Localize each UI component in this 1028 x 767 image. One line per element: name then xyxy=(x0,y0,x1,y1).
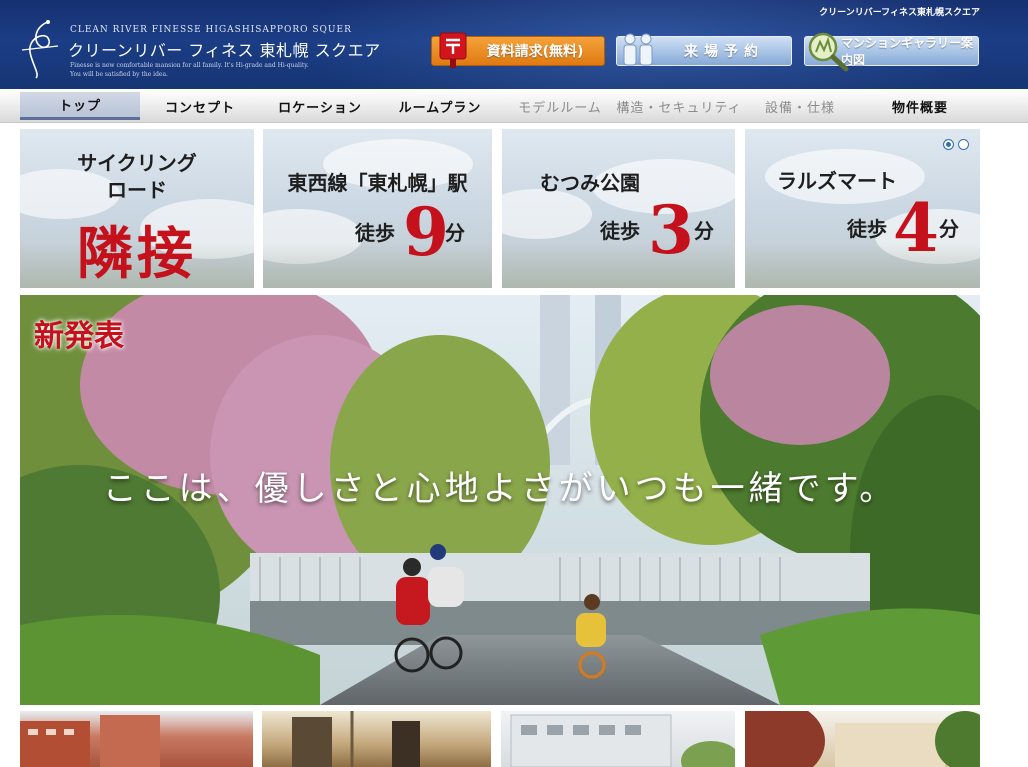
feature-station-unit: 分 xyxy=(445,221,465,245)
logo-japanese[interactable]: クリーンリバー フィネス 東札幌 スクエア xyxy=(68,37,381,61)
site-header: CLEAN RIVER FINESSE HIGASHISAPPORO SQUER… xyxy=(0,0,1028,89)
hero-image: 新発表 ここは、優しさと心地よさがいつも一緒です。 xyxy=(20,295,980,705)
feature-station-name: 東西線「東札幌」駅 xyxy=(287,171,468,195)
global-nav: トップ コンセプト ロケーション ルームプラン モデルルーム 構造・セキュリティ… xyxy=(0,89,1028,123)
feature-park-unit: 分 xyxy=(694,219,714,243)
feature-tile-station[interactable]: 東西線「東札幌」駅 徒歩 9 分 xyxy=(263,129,492,288)
feature-station-walk: 徒歩 xyxy=(355,221,395,245)
feature-park-name: むつみ公園 xyxy=(540,171,640,195)
slider-dot-2[interactable] xyxy=(958,139,969,150)
thumbnail-1[interactable] xyxy=(20,711,253,767)
nav-room-plan[interactable]: ルームプラン xyxy=(380,92,500,120)
nav-structure-security[interactable]: 構造・セキュリティ xyxy=(615,92,743,120)
logo-english: CLEAN RIVER FINESSE HIGASHISAPPORO SQUER xyxy=(70,25,352,35)
people-icon xyxy=(623,33,653,66)
feature-supermarket-walk: 徒歩 xyxy=(847,217,887,241)
feature-cycling-line1: サイクリング xyxy=(77,151,197,175)
logo-tagline-1: Finesse is new comfortable mansion for a… xyxy=(70,62,309,69)
thumbnail-4[interactable] xyxy=(745,711,980,767)
thumbnail-2[interactable] xyxy=(262,711,491,767)
nav-concept[interactable]: コンセプト xyxy=(140,92,260,120)
thumbnail-3[interactable] xyxy=(501,711,735,767)
thumbnail-1-image xyxy=(20,715,160,767)
document-request-label: 資料請求(無料) xyxy=(486,44,584,60)
feature-supermarket-minutes: 4 xyxy=(893,189,939,267)
slider-dot-1[interactable] xyxy=(943,139,954,150)
feature-tile-supermarket[interactable]: ラルズマート 徒歩 4 分 xyxy=(745,129,980,288)
nav-top[interactable]: トップ xyxy=(20,92,140,120)
feature-park-walk: 徒歩 xyxy=(600,219,640,243)
feature-station-minutes: 9 xyxy=(403,193,449,271)
thumbnail-2-image xyxy=(292,711,420,767)
magnifier-map-icon xyxy=(808,32,849,72)
feature-tile-cycling[interactable]: サイクリング ロード 隣接 xyxy=(20,129,254,288)
feature-supermarket-name: ラルズマート xyxy=(777,169,897,193)
site-name: クリーンリバーフィネス東札幌スクエア xyxy=(819,8,980,18)
thumbnail-4-image xyxy=(745,711,980,767)
postbox-icon xyxy=(439,32,467,68)
hero-new-badge: 新発表 xyxy=(34,319,124,354)
feature-park-minutes: 3 xyxy=(648,191,694,269)
logo-tagline-2: You will be satisfied by the idea. xyxy=(70,71,168,78)
nav-model-room[interactable]: モデルルーム xyxy=(500,92,620,120)
visit-reservation-label: 来場予約 xyxy=(684,44,764,60)
hero-headline: ここは、優しさと心地よさがいつも一緒です。 xyxy=(102,469,898,509)
nav-equipment[interactable]: 設備・仕様 xyxy=(740,92,860,120)
feature-cycling-highlight: 隣接 xyxy=(77,221,197,287)
feature-cycling-line2: ロード xyxy=(107,178,167,202)
logo-mark-icon[interactable] xyxy=(18,16,64,80)
nav-location[interactable]: ロケーション xyxy=(260,92,380,120)
feature-supermarket-unit: 分 xyxy=(939,217,959,241)
feature-tile-park[interactable]: むつみ公園 徒歩 3 分 xyxy=(502,129,735,288)
slider-pagination xyxy=(943,139,969,150)
thumbnail-3-image xyxy=(510,714,735,767)
nav-property-outline[interactable]: 物件概要 xyxy=(860,92,980,120)
